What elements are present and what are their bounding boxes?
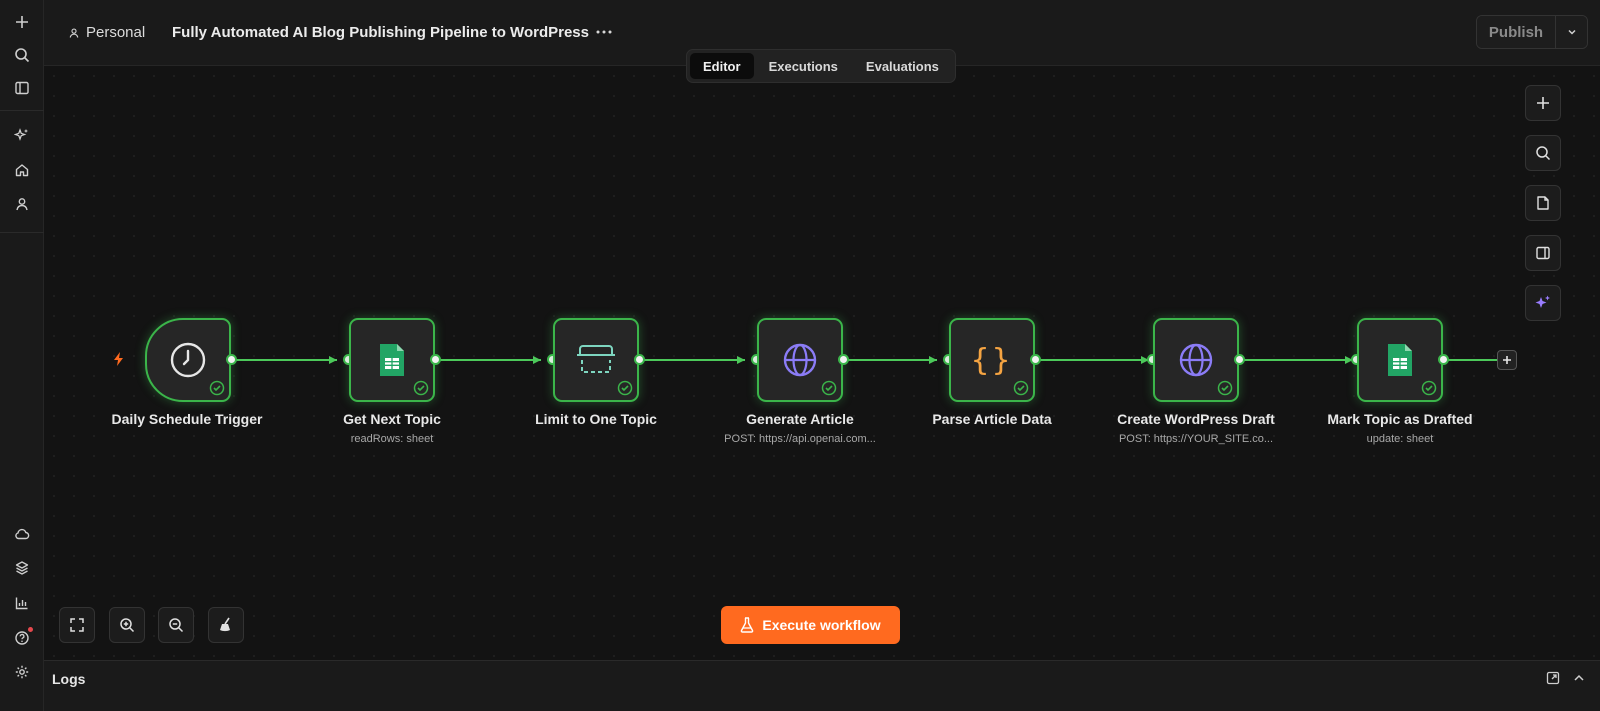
user-icon[interactable] <box>8 190 36 218</box>
globe-icon <box>783 343 817 377</box>
logs-panel[interactable]: Logs <box>44 660 1600 711</box>
node-mark-topic-as-drafted[interactable] <box>1357 318 1443 402</box>
sticky-note-icon <box>1537 196 1549 210</box>
node-subtitle: POST: https://api.openai.com... <box>724 433 876 445</box>
zoom-out-icon <box>169 618 184 633</box>
node-label: Generate Article <box>746 411 854 427</box>
output-handle[interactable] <box>1234 354 1245 365</box>
output-handle[interactable] <box>1030 354 1041 365</box>
node-generate-article[interactable] <box>757 318 843 402</box>
globe-icon <box>1179 343 1213 377</box>
add-icon[interactable] <box>8 8 36 36</box>
node-label: Mark Topic as Drafted <box>1327 411 1473 427</box>
node-label: Limit to One Topic <box>535 411 657 427</box>
project-label: Personal <box>86 24 146 41</box>
search-nodes-button[interactable] <box>1525 135 1561 171</box>
tab-editor[interactable]: Editor <box>690 53 754 79</box>
node-label: Get Next Topic <box>343 411 441 427</box>
tab-executions[interactable]: Executions <box>756 53 851 79</box>
search-icon <box>1536 146 1551 161</box>
node-subtitle: POST: https://YOUR_SITE.co... <box>1118 433 1274 445</box>
node-label: Create WordPress Draft <box>1117 411 1275 427</box>
logs-label: Logs <box>52 671 86 687</box>
success-check-icon <box>1217 380 1233 396</box>
home-icon[interactable] <box>8 156 36 184</box>
add-node-plus-icon[interactable] <box>1497 350 1517 370</box>
google-sheets-icon <box>1388 344 1412 376</box>
toggle-sidebar-icon[interactable] <box>8 74 36 102</box>
add-node-button[interactable] <box>1525 85 1561 121</box>
limit-icon <box>577 345 615 373</box>
output-handle[interactable] <box>430 354 441 365</box>
fullscreen-icon <box>70 618 84 632</box>
settings-gear-icon[interactable] <box>8 658 36 686</box>
flask-icon <box>741 617 754 633</box>
execute-workflow-label: Execute workflow <box>762 617 881 633</box>
node-label: Parse Article Data <box>932 411 1052 427</box>
execute-workflow-button[interactable]: Execute workflow <box>721 606 900 644</box>
logs-actions <box>1546 671 1586 685</box>
zoom-out-button[interactable] <box>158 607 194 643</box>
notification-dot <box>28 627 33 632</box>
node-create-wordpress-draft[interactable] <box>1153 318 1239 402</box>
google-sheets-icon <box>380 344 404 376</box>
zoom-in-icon <box>120 618 135 633</box>
chevron-down-icon[interactable] <box>1555 16 1587 48</box>
publish-group: Publish <box>1476 15 1588 49</box>
node-parse-article-data[interactable]: {} <box>949 318 1035 402</box>
zoom-in-button[interactable] <box>109 607 145 643</box>
node-subtitle: update: sheet <box>1366 433 1434 445</box>
tidy-up-button[interactable] <box>208 607 244 643</box>
panel-icon <box>1536 246 1550 260</box>
toggle-panel-button[interactable] <box>1525 235 1561 271</box>
search-icon[interactable] <box>8 41 36 69</box>
success-check-icon <box>821 380 837 396</box>
left-sidebar <box>0 0 44 711</box>
node-subtitle: readRows: sheet <box>350 433 434 445</box>
ai-sparkle-icon <box>1535 295 1550 308</box>
plus-icon <box>1537 97 1549 109</box>
code-braces-icon: {} <box>970 342 1014 378</box>
node-get-next-topic[interactable] <box>349 318 435 402</box>
cloud-icon[interactable] <box>8 520 36 548</box>
success-check-icon <box>209 380 225 396</box>
more-options-icon[interactable] <box>590 20 618 44</box>
node-limit-to-one-topic[interactable] <box>553 318 639 402</box>
success-check-icon <box>413 380 429 396</box>
output-handle[interactable] <box>1438 354 1449 365</box>
ai-assistant-button[interactable] <box>1525 285 1561 321</box>
node-label: Daily Schedule Trigger <box>111 411 263 427</box>
sidebar-divider <box>0 110 44 111</box>
workflow-title[interactable]: Fully Automated AI Blog Publishing Pipel… <box>172 24 589 41</box>
clock-icon <box>170 342 206 378</box>
success-check-icon <box>1421 380 1437 396</box>
user-icon <box>69 28 79 38</box>
success-check-icon <box>1013 380 1029 396</box>
sparkles-icon[interactable] <box>8 121 36 149</box>
insights-chart-icon[interactable] <box>8 589 36 617</box>
broom-icon <box>220 617 230 632</box>
chevron-up-icon[interactable] <box>1572 671 1586 685</box>
output-handle[interactable] <box>634 354 645 365</box>
project-breadcrumb[interactable]: Personal <box>68 24 145 41</box>
sticky-note-button[interactable] <box>1525 185 1561 221</box>
output-handle[interactable] <box>226 354 237 365</box>
view-tabs: Editor Executions Evaluations <box>686 49 956 83</box>
output-handle[interactable] <box>838 354 849 365</box>
fit-to-view-button[interactable] <box>59 607 95 643</box>
success-check-icon <box>617 380 633 396</box>
pop-out-icon[interactable] <box>1546 671 1560 685</box>
tab-evaluations[interactable]: Evaluations <box>853 53 952 79</box>
help-icon[interactable] <box>8 624 36 652</box>
sidebar-divider <box>0 232 44 233</box>
templates-icon[interactable] <box>8 554 36 582</box>
trigger-lightning-icon <box>113 351 125 372</box>
publish-button[interactable]: Publish <box>1477 16 1555 48</box>
node-daily-schedule-trigger[interactable] <box>145 318 231 402</box>
